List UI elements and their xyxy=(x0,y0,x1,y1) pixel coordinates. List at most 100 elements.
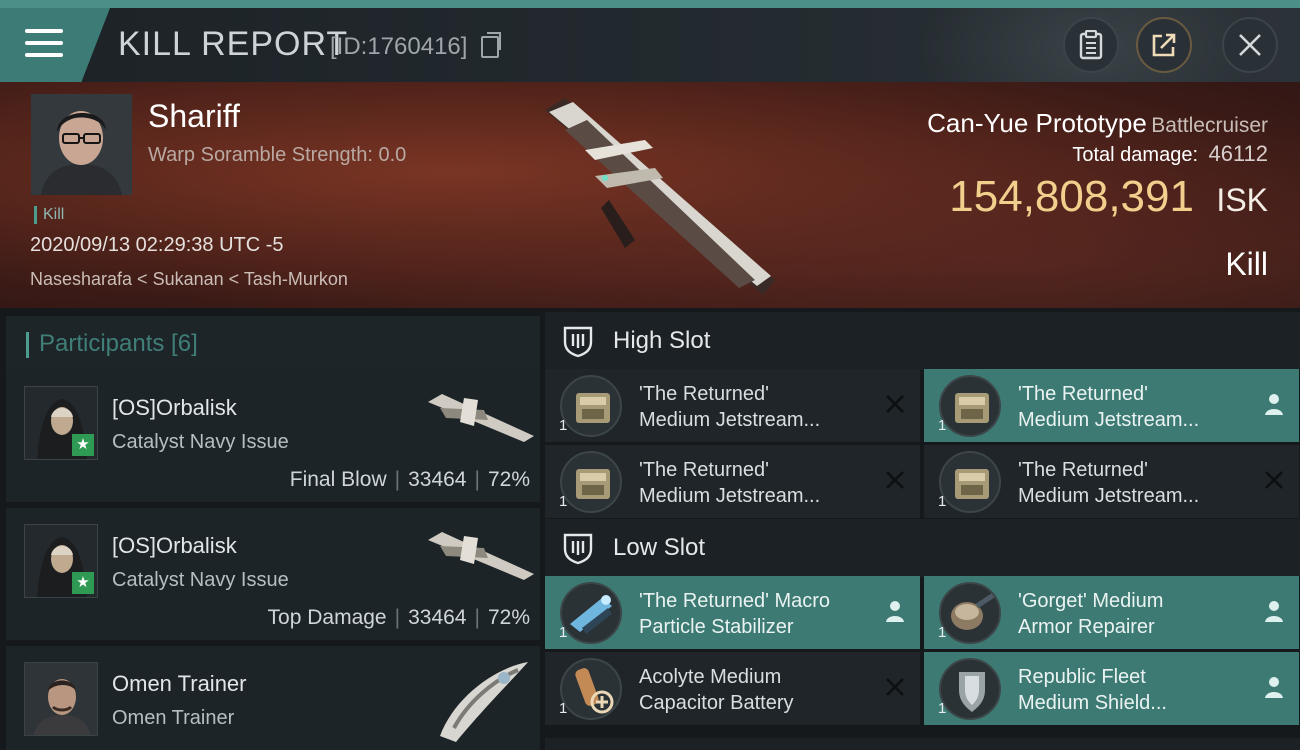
participant-avatar xyxy=(24,662,98,736)
capacitor-battery-icon xyxy=(560,658,622,720)
stat-separator: | xyxy=(394,606,401,629)
module-name-line2: Medium Jetstream... xyxy=(1018,485,1200,507)
module-name-line1: 'Gorget' Medium xyxy=(1018,590,1164,612)
module-name-line1: 'The Returned' xyxy=(1018,383,1148,405)
participant-ship: Catalyst Navy Issue xyxy=(112,431,289,453)
kill-type-tag: Kill xyxy=(34,206,64,224)
victim-ship: Can-Yue Prototype Battlecruiser xyxy=(927,108,1268,139)
module-item[interactable]: 1 Acolyte Medium Capacitor Battery xyxy=(545,652,920,725)
participant-damage: 33464 xyxy=(408,468,467,491)
jetstream-module-icon xyxy=(560,451,622,513)
low-slot-icon xyxy=(563,533,593,565)
kill-timestamp: 2020/09/13 02:29:38 UTC -5 xyxy=(30,234,284,256)
module-name: 'The Returned' Medium Jetstream... xyxy=(639,381,879,433)
participant-ship-image xyxy=(428,532,534,580)
dropped-person-icon xyxy=(886,601,904,622)
module-name: 'Gorget' Medium Armor Repairer xyxy=(1018,588,1258,640)
participant-card[interactable]: Omen Trainer Omen Trainer xyxy=(6,646,540,750)
module-item[interactable]: 1 'Gorget' Medium Armor Repairer xyxy=(924,576,1299,649)
corp-star-icon: ★ xyxy=(72,572,94,594)
menu-icon xyxy=(25,28,63,58)
module-name: 'The Returned' Medium Jetstream... xyxy=(1018,457,1258,509)
share-button[interactable] xyxy=(1136,17,1192,73)
report-id: [ID:1760416] xyxy=(330,33,468,60)
module-name-line1: 'The Returned' xyxy=(639,383,769,405)
section-accent-bar xyxy=(26,332,29,358)
ship-name[interactable]: Can-Yue Prototype xyxy=(927,108,1147,138)
corp-star-icon: ★ xyxy=(72,434,94,456)
dropped-person-icon xyxy=(1265,394,1283,415)
warp-scramble-strength: Warp Soramble Strength: 0.0 xyxy=(148,144,407,166)
high-slot-header: High Slot xyxy=(545,312,1300,370)
module-name: 'The Returned' Macro Particle Stabilizer xyxy=(639,588,879,640)
jetstream-module-icon xyxy=(939,375,1001,437)
jetstream-module-icon xyxy=(560,375,622,437)
module-quantity: 1 xyxy=(938,700,947,717)
destroyed-x-icon xyxy=(886,395,904,413)
armor-repairer-icon xyxy=(939,582,1001,644)
module-name: 'The Returned' Medium Jetstream... xyxy=(1018,381,1258,433)
top-accent-line xyxy=(0,0,1300,8)
participant-card[interactable]: ★ [OS]Orbalisk Catalyst Navy Issue Final… xyxy=(6,370,540,502)
kill-summary-banner: Shariff Warp Soramble Strength: 0.0 Kill… xyxy=(0,82,1300,308)
module-name: Republic Fleet Medium Shield... xyxy=(1018,664,1258,716)
participant-percent: 72% xyxy=(487,606,530,629)
title-bar: KILL REPORT [ID:1760416] xyxy=(0,8,1300,82)
module-item[interactable]: 1 'The Returned' Medium Jetstream... xyxy=(924,369,1299,442)
participant-ship: Omen Trainer xyxy=(112,707,235,729)
participant-stats: Final Blow | 33464 | 72% xyxy=(290,468,530,492)
victim-name[interactable]: Shariff xyxy=(148,98,240,135)
participant-ship-image xyxy=(428,394,534,442)
high-slot-label: High Slot xyxy=(613,327,711,354)
isk-unit: ISK xyxy=(1216,182,1268,218)
participant-role: Top Damage xyxy=(267,606,387,629)
clipboard-button[interactable] xyxy=(1063,17,1119,73)
kill-location[interactable]: Nasesharafa < Sukanan < Tash-Murkon xyxy=(30,269,348,290)
total-damage-label: Total damage: xyxy=(1072,144,1198,166)
participants-header[interactable]: Participants [6] xyxy=(6,316,540,372)
outcome-label: Kill xyxy=(1225,246,1268,282)
ship-class: Battlecruiser xyxy=(1151,114,1268,137)
isk-value: 154,808,391 ISK xyxy=(949,172,1268,222)
module-quantity: 1 xyxy=(559,493,568,510)
menu-button[interactable] xyxy=(0,8,110,82)
victim-portrait[interactable] xyxy=(31,94,132,195)
destroyed-x-icon xyxy=(886,678,904,696)
pilot-avatar-icon xyxy=(31,94,132,195)
page-title: KILL REPORT xyxy=(118,25,349,63)
module-item[interactable]: 1 'The Returned' Medium Jetstream... xyxy=(545,445,920,518)
shield-module-icon xyxy=(939,658,1001,720)
module-name-line1: 'The Returned' xyxy=(639,459,769,481)
module-name-line2: Medium Jetstream... xyxy=(639,485,821,507)
module-item[interactable]: 1 'The Returned' Medium Jetstream... xyxy=(545,369,920,442)
particle-stabilizer-icon xyxy=(560,582,622,644)
total-damage: Total damage: 46112 xyxy=(1072,141,1268,167)
module-item[interactable]: 1 'The Returned' Medium Jetstream... xyxy=(924,445,1299,518)
pilot-portrait-icon xyxy=(25,663,97,735)
close-icon xyxy=(1239,34,1261,56)
module-quantity: 1 xyxy=(559,417,568,434)
copy-icon[interactable] xyxy=(481,32,501,58)
close-button[interactable] xyxy=(1222,17,1278,73)
high-slot-icon xyxy=(563,326,593,358)
low-slot-header: Low Slot xyxy=(545,519,1300,577)
participant-name: Omen Trainer xyxy=(112,671,247,696)
participant-damage: 33464 xyxy=(408,606,467,629)
module-name-line2: Capacitor Battery xyxy=(639,692,794,714)
module-item[interactable]: 1 'The Returned' Macro Particle Stabilize… xyxy=(545,576,920,649)
clipboard-icon xyxy=(1079,30,1103,60)
module-name-line2: Armor Repairer xyxy=(1018,616,1155,638)
victim-ship-image[interactable] xyxy=(525,90,785,300)
fitting-panel: High Slot 1 'The Returned' Medium Jetstre… xyxy=(545,308,1300,750)
participants-label: Participants [6] xyxy=(39,330,198,357)
stat-separator: | xyxy=(474,468,480,491)
participant-stats: Top Damage | 33464 | 72% xyxy=(268,606,530,630)
module-name-line2: Medium Jetstream... xyxy=(1018,409,1200,431)
share-icon xyxy=(1152,33,1176,57)
module-item[interactable]: 1 Republic Fleet Medium Shield... xyxy=(924,652,1299,725)
participants-panel: Participants [6] ★ [OS]Orbalisk Catalyst… xyxy=(0,308,540,750)
total-damage-value: 46112 xyxy=(1208,141,1268,166)
participant-card[interactable]: ★ [OS]Orbalisk Catalyst Navy Issue Top D… xyxy=(6,508,540,640)
dropped-person-icon xyxy=(1265,601,1283,622)
module-quantity: 1 xyxy=(938,624,947,641)
